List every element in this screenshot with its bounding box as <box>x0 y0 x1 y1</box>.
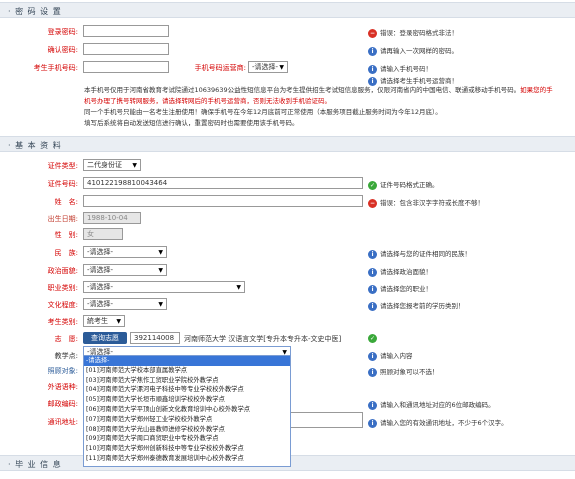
id-number-label: 证件号码: <box>47 180 78 188</box>
birth-label: 出生日期: <box>47 215 78 223</box>
dropdown-option[interactable]: [01]河南师范大学校本部直属教学点 <box>84 366 290 376</box>
gender-label: 性 别: <box>54 231 78 239</box>
password-label: 登录密码: <box>47 28 78 36</box>
id-number-input[interactable]: 410122198810043464 <box>83 177 363 189</box>
birth-input: 1988-10-04 <box>83 212 141 224</box>
carrier-label: 手机号码运营商: <box>194 64 246 72</box>
phone-label: 考生手机号码: <box>33 64 78 72</box>
chevron-down-icon: ▼ <box>116 318 121 325</box>
name-hint: − 错误：包含非汉字字符或长度不够！ <box>368 198 484 208</box>
info-icon: i <box>368 267 377 277</box>
phone-hint: i 请输入手机号码！ <box>368 63 432 74</box>
examinee-type-label: 考生类别: <box>47 318 78 326</box>
dropdown-option[interactable]: [07]河南师范大学郑州轻工业学校校外教学点 <box>84 415 290 425</box>
exempt-label: 照顾对象: <box>47 367 78 375</box>
teaching-point-dropdown[interactable]: -请选择- [01]河南师范大学校本部直属教学点 [03]河南师范大学焦作工贸职… <box>83 355 291 467</box>
examinee-type-select[interactable]: 統考生 ▼ <box>83 315 125 327</box>
address-hint: i 请输入您的有效通讯地址，不少于6个汉字。 <box>368 417 508 428</box>
info-icon: i <box>368 367 377 377</box>
info-icon: i <box>368 46 377 56</box>
postcode-label: 邮政编码: <box>47 400 78 408</box>
password-input[interactable] <box>83 25 169 37</box>
exempt-hint: i 照顾对象可以不选！ <box>368 366 439 377</box>
politics-select[interactable]: -请选择- ▼ <box>83 264 167 276</box>
chevron-down-icon: ▼ <box>158 249 163 256</box>
basic-section-title: · 基 本 资 料 <box>8 141 62 150</box>
nation-select[interactable]: -请选择- ▼ <box>83 246 167 258</box>
confirm-password-label: 确认密码: <box>47 46 78 54</box>
language-label: 外语语种: <box>47 383 78 391</box>
info-icon: i <box>368 249 377 259</box>
carrier-select[interactable]: -请选择- ▼ <box>248 61 288 73</box>
politics-hint: i 请选择政治面貌！ <box>368 266 432 277</box>
wish-label: 志 愿: <box>54 335 78 343</box>
chevron-down-icon: ▼ <box>132 162 137 169</box>
politics-label: 政治面貌: <box>47 267 78 275</box>
check-icon: ✓ <box>368 334 377 343</box>
name-label: 姓 名: <box>54 198 78 206</box>
confirm-password-input[interactable] <box>83 43 169 55</box>
carrier-hint: i 请选择考生手机号运营商！ <box>368 75 458 86</box>
info-icon: i <box>368 351 377 361</box>
id-number-hint: ✓ 证件号码格式正确。 <box>368 180 439 190</box>
dropdown-option[interactable]: [04]河南师范大学漯河电子科技中等专业学校校外教学点 <box>84 385 290 395</box>
dropdown-option[interactable]: [08]河南师范大学光山县教师进修学校校外教学点 <box>84 425 290 435</box>
dropdown-option[interactable]: [06]河南师范大学平顶山创新文化教育培训中心校外教学点 <box>84 405 290 415</box>
chevron-down-icon: ▼ <box>158 267 163 274</box>
confirm-password-hint: i 请再输入一次网样的密码。 <box>368 45 458 56</box>
chevron-down-icon: ▼ <box>279 64 284 71</box>
wish-ok: ✓ <box>368 334 380 343</box>
password-section-header: · 密 码 设 置 <box>0 2 575 18</box>
dropdown-option[interactable]: [03]河南师范大学焦作工贸职业学院校外教学点 <box>84 376 290 386</box>
education-select[interactable]: -请选择- ▼ <box>83 298 167 310</box>
basic-section-header: · 基 本 资 料 <box>0 136 575 152</box>
wish-text: 河南师范大学 汉语言文学[专升本专升本-文史中医] <box>184 335 342 343</box>
career-label: 职业类别: <box>47 284 78 292</box>
teaching-point-hint: i 请输入内容 <box>368 350 413 361</box>
info-icon: i <box>368 301 377 311</box>
address-label: 通讯地址: <box>47 418 78 426</box>
password-hint: − 错误：登录密码格式非法！ <box>368 28 458 38</box>
nation-hint: i 请选择与您的证件相同的民族！ <box>368 248 471 259</box>
nation-label: 民 族: <box>54 249 78 257</box>
career-select[interactable]: -请选择- ▼ <box>83 281 245 293</box>
info-icon: i <box>368 418 377 428</box>
wish-code-input[interactable]: 392114008 <box>130 332 180 344</box>
check-icon: ✓ <box>368 180 377 190</box>
dropdown-option[interactable]: [09]河南师范大学周口商贸职业中专校外教学点 <box>84 434 290 444</box>
info-icon: i <box>368 284 377 294</box>
dropdown-option[interactable]: [05]河南师范大学长垣市顺鑫培训学校校外教学点 <box>84 395 290 405</box>
career-hint: i 请选择您的职业！ <box>368 283 432 294</box>
id-type-select[interactable]: 二代身份证 ▼ <box>83 159 141 171</box>
postcode-hint: i 请输入和通讯地址对应的6位邮政编码。 <box>368 399 495 410</box>
error-icon: − <box>368 28 377 38</box>
education-label: 文化程度: <box>47 301 78 309</box>
graduate-section-title: · 毕 业 信 息 <box>8 460 62 469</box>
info-icon: i <box>368 400 377 410</box>
name-input[interactable] <box>83 195 363 207</box>
chevron-down-icon: ▼ <box>236 284 241 291</box>
phone-notice: 本手机号仅用于河南省教育考试院通过10639639公益性短信息平台为考生提供招生… <box>84 86 553 127</box>
education-hint: i 请选择您报考前的学历类别！ <box>368 300 465 311</box>
id-type-label: 证件类型: <box>47 162 78 170</box>
dropdown-option[interactable]: [11]河南师范大学郑州泰德教育发展培训中心校外教学点 <box>84 454 290 464</box>
password-section-title: · 密 码 设 置 <box>8 7 62 16</box>
dropdown-option[interactable]: -请选择- <box>84 356 290 366</box>
teaching-point-label: 教学点: <box>54 352 78 360</box>
error-icon: − <box>368 198 377 208</box>
query-wish-button[interactable]: 查询志愿 <box>83 332 127 344</box>
gender-input: 女 <box>83 228 123 240</box>
dropdown-option[interactable]: [10]河南师范大学郑州创新科技中等专业学校校外教学点 <box>84 444 290 454</box>
info-icon: i <box>368 64 377 74</box>
phone-input[interactable] <box>83 61 169 73</box>
chevron-down-icon: ▼ <box>158 301 163 308</box>
